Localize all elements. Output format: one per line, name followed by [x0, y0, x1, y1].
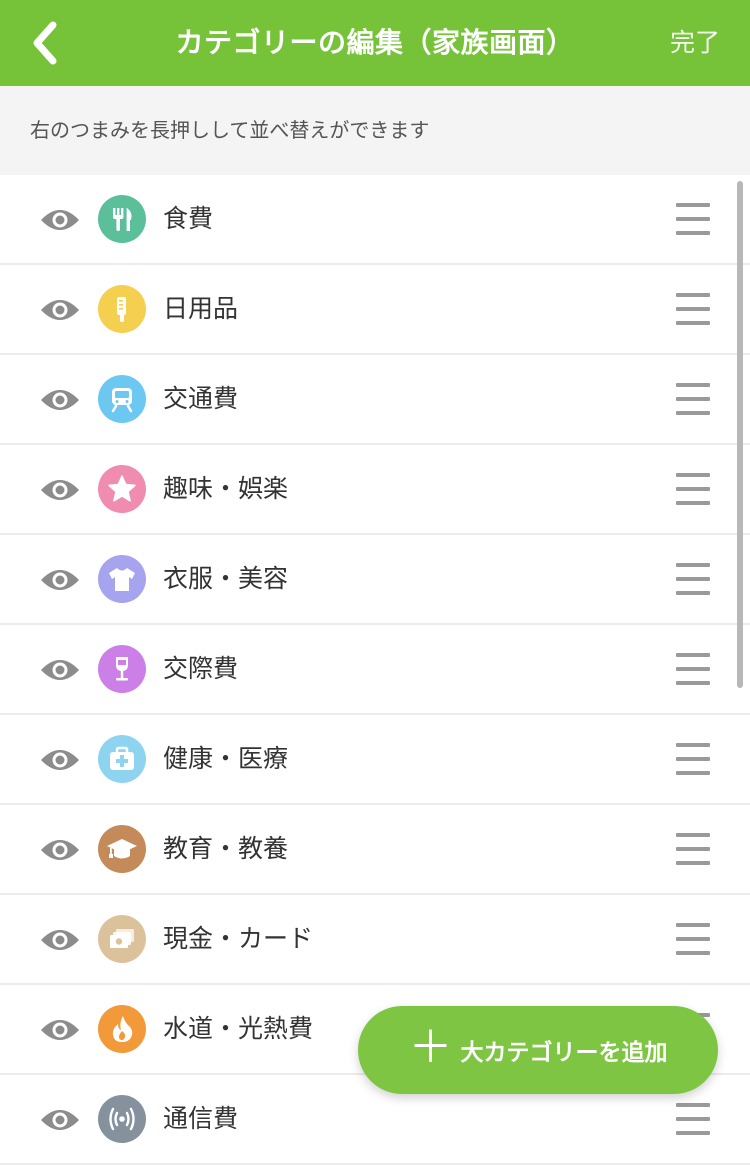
category-row[interactable]: 衣服・美容: [0, 535, 750, 625]
eye-icon[interactable]: [39, 293, 81, 327]
drag-handle-icon[interactable]: [676, 1101, 712, 1137]
eye-icon[interactable]: [39, 653, 81, 687]
chevron-left-icon: [33, 21, 57, 65]
fork-knife-icon: [98, 195, 146, 243]
eye-icon[interactable]: [39, 743, 81, 777]
category-row[interactable]: 教育・教養: [0, 805, 750, 895]
category-label: 交通費: [163, 384, 239, 413]
eye-icon[interactable]: [39, 1103, 81, 1137]
reorder-hint: 右のつまみを長押しして並べ替えができます: [0, 86, 750, 175]
cash-icon: [98, 915, 146, 963]
category-row[interactable]: 食費: [0, 175, 750, 265]
drag-handle-icon[interactable]: [676, 651, 712, 687]
plus-icon: ＋: [408, 1022, 453, 1073]
medical-kit-icon: [98, 735, 146, 783]
drag-handle-icon[interactable]: [676, 201, 712, 237]
category-label: 水道・光熱費: [163, 1014, 314, 1043]
category-label: 通信費: [163, 1104, 239, 1133]
drag-handle-icon[interactable]: [676, 471, 712, 507]
navigation-bar: カテゴリーの編集（家族画面） 完了: [0, 0, 750, 86]
eye-icon[interactable]: [39, 923, 81, 957]
eye-icon[interactable]: [39, 833, 81, 867]
category-label: 趣味・娯楽: [163, 474, 289, 503]
eye-icon[interactable]: [39, 203, 81, 237]
drag-handle-icon[interactable]: [676, 291, 712, 327]
eye-icon[interactable]: [39, 563, 81, 597]
category-row[interactable]: 交際費: [0, 625, 750, 715]
category-label: 現金・カード: [163, 924, 314, 953]
wine-glass-icon: [98, 645, 146, 693]
drag-handle-icon[interactable]: [676, 741, 712, 777]
star-icon: [98, 465, 146, 513]
category-label: 食費: [163, 204, 214, 233]
category-label: 教育・教養: [163, 834, 289, 863]
done-button[interactable]: 完了: [670, 0, 720, 86]
scrollbar[interactable]: [737, 181, 743, 688]
drag-handle-icon[interactable]: [676, 921, 712, 957]
page-title: カテゴリーの編集（家族画面）: [175, 26, 575, 59]
category-row[interactable]: 交通費: [0, 355, 750, 445]
add-category-label: 大カテゴリーを追加: [460, 1040, 668, 1066]
eye-icon[interactable]: [39, 383, 81, 417]
signal-icon: [98, 1095, 146, 1143]
drag-handle-icon[interactable]: [676, 831, 712, 867]
train-icon: [98, 375, 146, 423]
category-label: 衣服・美容: [163, 564, 289, 593]
eye-icon[interactable]: [39, 473, 81, 507]
drag-handle-icon[interactable]: [676, 381, 712, 417]
toothbrush-icon: [98, 285, 146, 333]
back-button[interactable]: [22, 16, 66, 70]
category-row[interactable]: 日用品: [0, 265, 750, 355]
add-category-button[interactable]: ＋ 大カテゴリーを追加: [358, 1006, 718, 1094]
eye-icon[interactable]: [39, 1013, 81, 1047]
category-label: 健康・医療: [163, 744, 289, 773]
category-row[interactable]: 健康・医療: [0, 715, 750, 805]
category-label: 日用品: [163, 294, 239, 323]
category-row[interactable]: 現金・カード: [0, 895, 750, 985]
tshirt-icon: [98, 555, 146, 603]
category-row[interactable]: 趣味・娯楽: [0, 445, 750, 535]
graduation-cap-icon: [98, 825, 146, 873]
reorder-hint-text: 右のつまみを長押しして並べ替えができます: [30, 118, 430, 142]
drag-handle-icon[interactable]: [676, 561, 712, 597]
category-label: 交際費: [163, 654, 239, 683]
flame-icon: [98, 1005, 146, 1053]
